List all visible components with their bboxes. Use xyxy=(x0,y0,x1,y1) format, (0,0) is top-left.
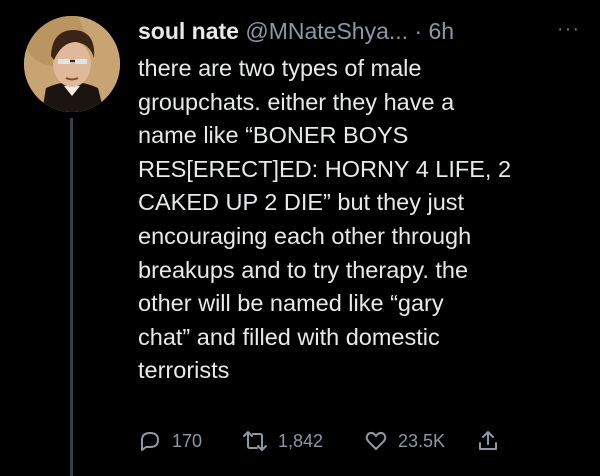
share-icon xyxy=(479,431,497,450)
tweet-text-line: other will be named like “gary xyxy=(138,290,444,317)
tweet-text: there are two types of male groupchats. … xyxy=(138,52,588,388)
avatar-portrait-image xyxy=(24,16,120,112)
heart-icon xyxy=(365,431,387,450)
retweet-count: 1,842 xyxy=(278,430,324,451)
user-handle[interactable]: @MNateShya... xyxy=(245,18,408,44)
display-name[interactable]: soul nate xyxy=(138,18,239,44)
tweet-text-line: CAKED UP 2 DIE” but they just xyxy=(138,189,465,216)
reply-icon xyxy=(141,432,159,451)
tweet-text-line: terrorists xyxy=(138,357,230,384)
tweet: soul nate @MNateShya... · 6h ··· there a… xyxy=(0,0,600,476)
avatar[interactable] xyxy=(24,16,120,112)
tweet-text-line: chat” and filled with domestic xyxy=(138,323,440,350)
like-button[interactable]: 23.5K xyxy=(364,426,445,456)
tweet-text-line: name like “BONER BOYS xyxy=(138,122,409,149)
header-separator: · xyxy=(414,18,423,44)
tweet-text-line: encouraging each other through xyxy=(138,222,472,249)
share-button[interactable] xyxy=(476,426,500,456)
tweet-actions: 170 1,842 23.5K xyxy=(138,426,578,456)
retweet-icon xyxy=(243,431,267,451)
retweet-button[interactable]: 1,842 xyxy=(242,426,323,456)
tweet-timestamp[interactable]: 6h xyxy=(429,18,455,44)
more-icon[interactable]: ··· xyxy=(557,14,580,44)
like-count: 23.5K xyxy=(398,430,446,451)
tweet-text-line: groupchats. either they have a xyxy=(138,88,455,115)
reply-count: 170 xyxy=(172,430,203,451)
tweet-text-line: breakups and to try therapy. the xyxy=(138,256,469,283)
tweet-text-line: there are two types of male xyxy=(138,55,422,81)
tweet-text-line: RES[ERECT]ED: HORNY 4 LIFE, 2 xyxy=(138,155,512,182)
thread-line xyxy=(70,118,73,476)
reply-button[interactable]: 170 xyxy=(138,426,202,456)
tweet-header: soul nate @MNateShya... · 6h ··· xyxy=(138,14,588,48)
